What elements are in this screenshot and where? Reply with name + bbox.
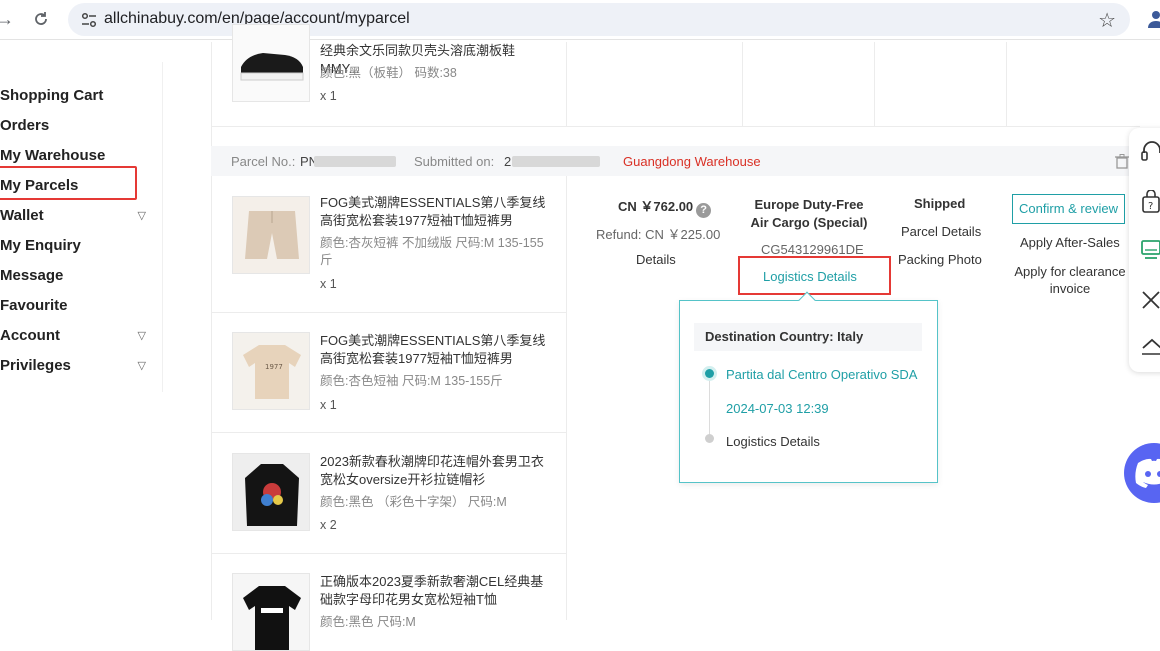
product-spec: 颜色:黑色 尺码:M: [320, 615, 416, 629]
parcel-details-link[interactable]: Parcel Details: [901, 224, 981, 239]
product-image[interactable]: [232, 196, 310, 274]
sidebar-item-label: Account: [0, 327, 60, 344]
price-details-link[interactable]: Details: [636, 252, 676, 267]
product-qty: x 1: [320, 277, 337, 291]
back-icon[interactable]: →: [0, 8, 16, 30]
sidebar-item-account[interactable]: Account ▽: [0, 323, 150, 349]
product-title[interactable]: FOG美式潮牌ESSENTIALS第八季复线高街宽松套装1977短袖T恤短裤男: [320, 332, 550, 368]
column-divider: [742, 42, 743, 126]
row-divider: [211, 432, 566, 433]
timeline-dot-active: [705, 369, 714, 378]
reload-icon[interactable]: [30, 8, 52, 30]
product-qty: x 2: [320, 518, 337, 532]
product-title[interactable]: 正确版本2023夏季新款奢潮CEL经典基础款字母印花男女宽松短袖T恤: [320, 573, 550, 609]
sidebar-item-favourite[interactable]: Favourite: [0, 293, 150, 319]
parcel-status: Shipped: [914, 196, 966, 211]
product-qty: x 1: [320, 89, 337, 103]
sidebar-item-label: Orders: [0, 117, 50, 134]
logistics-event-time: 2024-07-03 12:39: [726, 401, 829, 416]
headset-icon[interactable]: [1141, 140, 1160, 164]
sidebar-item-label: Message: [0, 267, 64, 284]
parcel-header: Parcel No.: PN Submitted on: 2 Guangdong…: [211, 146, 1140, 176]
after-sales-link[interactable]: Apply After-Sales: [1020, 235, 1120, 250]
product-spec: 颜色:黑色 （彩色十字架） 尺码:M: [320, 495, 507, 509]
column-divider: [874, 42, 875, 126]
parcel-list: 经典余文乐同款贝壳头溶底潮板鞋 MMY... 颜色:黑（板鞋） 码数:38 x …: [211, 24, 1140, 651]
sidebar-item-message[interactable]: Message: [0, 263, 150, 289]
profile-icon[interactable]: [1148, 10, 1160, 28]
confirm-review-button[interactable]: Confirm & review: [1012, 194, 1125, 224]
shipping-method: Europe Duty-Free Air Cargo (Special): [750, 197, 868, 230]
floating-toolbar: ?: [1129, 128, 1160, 372]
sidebar-item-privileges[interactable]: Privileges ▽: [0, 353, 150, 379]
product-image[interactable]: [232, 24, 310, 102]
sidebar-item-label: Shopping Cart: [0, 87, 104, 104]
timeline-line: [709, 373, 710, 439]
tracking-number: CG543129961DE: [761, 242, 864, 257]
product-image[interactable]: [232, 573, 310, 651]
sidebar-item-label: My Enquiry: [0, 237, 81, 254]
monitor-icon[interactable]: [1141, 238, 1160, 262]
help-icon[interactable]: ?: [696, 203, 712, 218]
browser-toolbar: → allchinabuy.com/en/page/account/myparc…: [0, 0, 1160, 40]
column-divider: [1006, 42, 1007, 126]
svg-text:1977: 1977: [265, 363, 283, 371]
logistics-event-text: Partita dal Centro Operativo SDA: [726, 367, 918, 382]
svg-text:?: ?: [1148, 201, 1153, 212]
product-spec: 颜色:黑（板鞋） 码数:38: [320, 66, 457, 80]
annotation-highlight-my-parcels: [0, 166, 137, 200]
parcel-no-label: Parcel No.:: [231, 154, 296, 169]
address-bar[interactable]: allchinabuy.com/en/page/account/myparcel…: [68, 3, 1130, 36]
row-divider: [211, 312, 566, 313]
product-qty: x 1: [320, 398, 337, 412]
row-divider: [211, 553, 566, 554]
refund-amount: Refund: CN ￥225.00: [596, 227, 721, 242]
account-sidebar: Shopping Cart Orders My Warehouse My Par…: [0, 62, 163, 392]
column-divider: [211, 42, 212, 620]
popup-logistics-details-link[interactable]: Logistics Details: [726, 434, 820, 449]
chevron-down-icon: ▽: [137, 360, 146, 372]
sidebar-item-label: Wallet: [0, 207, 44, 224]
scroll-top-icon[interactable]: [1141, 334, 1160, 358]
chevron-down-icon: ▽: [137, 210, 146, 222]
sidebar-item-label: Privileges: [0, 357, 71, 374]
row-divider: [211, 126, 1140, 127]
sidebar-item-label: My Warehouse: [0, 147, 106, 164]
column-divider: [566, 42, 567, 126]
discord-icon[interactable]: [1124, 443, 1160, 503]
sidebar-item-wallet[interactable]: Wallet ▽: [0, 203, 150, 229]
sidebar-item-my-enquiry[interactable]: My Enquiry: [0, 233, 150, 259]
parcel-price: CN ￥762.00?: [618, 196, 712, 218]
warehouse-name: Guangdong Warehouse: [623, 154, 761, 169]
question-bag-icon[interactable]: ?: [1141, 190, 1160, 214]
logistics-popup: Destination Country: Italy Partita dal C…: [679, 291, 938, 483]
column-divider: [566, 176, 567, 620]
chevron-down-icon: ▽: [137, 330, 146, 342]
product-title[interactable]: FOG美式潮牌ESSENTIALS第八季复线高街宽松套装1977短袖T恤短裤男: [320, 194, 550, 230]
timeline-dot: [705, 434, 714, 443]
sidebar-item-label: Favourite: [0, 297, 68, 314]
destination-country: Destination Country: Italy: [694, 323, 922, 351]
redacted-date: [512, 156, 600, 167]
clearance-invoice-link[interactable]: Apply for clearance invoice: [1010, 263, 1130, 297]
site-info-icon[interactable]: [80, 11, 98, 29]
annotation-highlight-logistics: [738, 256, 891, 295]
bookmark-star-icon[interactable]: ☆: [1098, 8, 1116, 33]
sidebar-item-shopping-cart[interactable]: Shopping Cart: [0, 83, 150, 109]
product-title[interactable]: 2023新款春秋潮牌印花连帽外套男卫衣宽松女oversize开衫拉链帽衫: [320, 453, 550, 489]
product-spec: 颜色:杏灰短裤 不加绒版 尺码:M 135-155斤: [320, 236, 544, 267]
parcel-price-value: CN ￥762.00: [618, 199, 694, 214]
trash-icon[interactable]: [1115, 154, 1129, 169]
submitted-value: 2: [504, 154, 512, 169]
sidebar-item-orders[interactable]: Orders: [0, 113, 150, 139]
close-icon[interactable]: [1141, 288, 1160, 312]
product-spec: 颜色:杏色短袖 尺码:M 135-155斤: [320, 374, 503, 388]
product-image[interactable]: 1977: [232, 332, 310, 410]
product-image[interactable]: [232, 453, 310, 531]
packing-photo-link[interactable]: Packing Photo: [898, 252, 982, 267]
submitted-label: Submitted on:: [414, 154, 495, 169]
redacted-parcel-no: [314, 156, 396, 167]
